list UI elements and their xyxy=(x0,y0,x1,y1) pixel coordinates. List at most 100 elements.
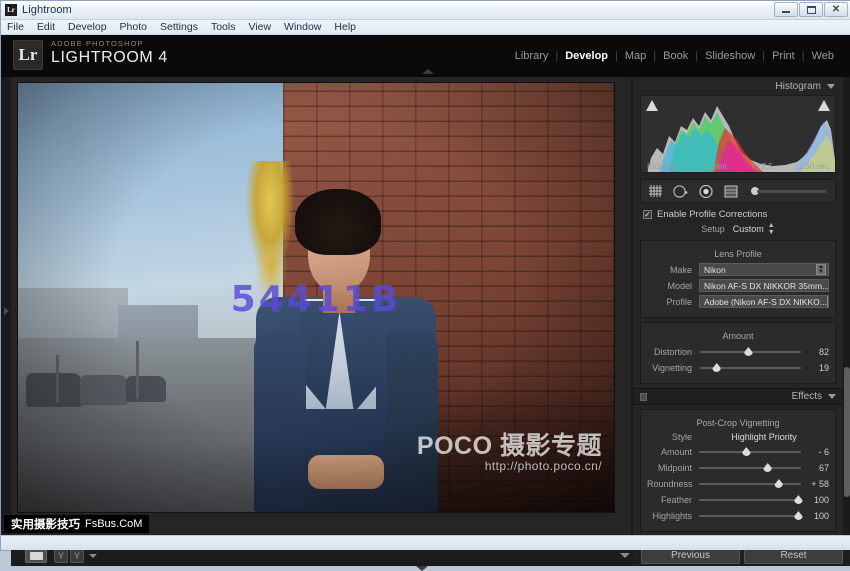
module-book[interactable]: Book xyxy=(656,50,695,62)
postcrop-title: Post-Crop Vignetting xyxy=(696,418,780,428)
photo-subject-arm-right xyxy=(386,331,438,511)
os-taskbar xyxy=(1,535,850,550)
model-select[interactable]: Nikon AF-S DX NIKKOR 35mm... ▲▼ xyxy=(699,279,829,292)
chevron-down-icon[interactable] xyxy=(828,394,836,399)
profile-select[interactable]: Adobe (Nikon AF-S DX NIKKO... ▲▼ xyxy=(699,295,829,308)
menu-item-window[interactable]: Window xyxy=(284,21,321,33)
menu-item-develop[interactable]: Develop xyxy=(68,21,107,33)
effects-section-header[interactable]: Effects xyxy=(633,388,843,405)
pcv-highlights-value[interactable]: 100 xyxy=(801,511,829,521)
checkbox-icon[interactable]: ✓ xyxy=(643,210,652,219)
effects-toggle-icon[interactable] xyxy=(640,392,647,401)
photo-preview[interactable]: 54411B POCO 摄影专题 http://photo.poco.cn/ xyxy=(18,83,614,512)
left-panel-toggle[interactable] xyxy=(1,77,11,544)
slider-knob[interactable] xyxy=(763,463,773,472)
minimize-button[interactable] xyxy=(774,2,798,17)
exif-iso: ISO 640 xyxy=(647,162,677,171)
red-eye-icon[interactable] xyxy=(699,184,713,198)
pcv-feather-slider[interactable] xyxy=(699,494,803,506)
pcv-roundness-slider[interactable] xyxy=(699,478,801,490)
pcv-midpoint-slider[interactable] xyxy=(699,462,801,474)
pcv-midpoint-row[interactable]: Midpoint 67 xyxy=(647,461,829,474)
module-library[interactable]: Library xyxy=(508,50,556,62)
pcv-roundness-row[interactable]: Roundness + 58 xyxy=(647,477,829,490)
window-titlebar: Lr Lightroom ✕ xyxy=(1,1,850,20)
module-print[interactable]: Print xyxy=(765,50,802,62)
style-value[interactable]: Highlight Priority xyxy=(699,432,829,442)
pcv-midpoint-value[interactable]: 67 xyxy=(801,463,829,473)
chevron-updown-icon: ▲▼ xyxy=(816,264,826,275)
menu-item-tools[interactable]: Tools xyxy=(211,21,236,33)
postcrop-vignetting-group: Post-Crop Vignetting Style Highlight Pri… xyxy=(640,409,836,532)
profile-label: Profile xyxy=(666,296,692,307)
lens-profile-title: Lens Profile xyxy=(714,249,762,259)
pcv-highlights-slider[interactable] xyxy=(699,510,803,522)
make-select[interactable]: Nikon ▲ ▼ xyxy=(699,263,829,276)
module-map[interactable]: Map xyxy=(618,50,653,62)
menu-item-file[interactable]: File xyxy=(7,21,24,33)
histogram-widget[interactable]: ISO 640 35 mm f / 2.5 1/50 sec xyxy=(640,95,836,173)
menu-item-view[interactable]: View xyxy=(248,21,271,33)
vignetting-label: Vignetting xyxy=(652,362,692,373)
module-slideshow[interactable]: Slideshow xyxy=(698,50,762,62)
pcv-amount-row[interactable]: Amount - 6 xyxy=(647,445,829,458)
updown-arrows-icon[interactable]: ▲ ▼ xyxy=(768,222,775,236)
menu-item-edit[interactable]: Edit xyxy=(37,21,55,33)
effects-panel: Post-Crop Vignetting Style Highlight Pri… xyxy=(633,409,843,544)
pcv-amount-slider[interactable] xyxy=(699,446,801,458)
minimize-icon xyxy=(782,11,790,13)
window-buttons: ✕ xyxy=(774,2,848,17)
vignetting-value[interactable]: 19 xyxy=(801,363,829,373)
slider-knob[interactable] xyxy=(741,447,751,456)
setup-row[interactable]: Setup Custom ▲ ▼ xyxy=(640,222,836,236)
style-label: Style xyxy=(671,432,692,442)
photo-car xyxy=(26,373,82,407)
adjustment-brush-icon[interactable] xyxy=(751,187,827,195)
style-row[interactable]: Style Highlight Priority xyxy=(647,432,829,442)
toolbar-dropdown-icon[interactable] xyxy=(89,553,97,558)
graduated-filter-icon[interactable] xyxy=(724,185,738,198)
slider-knob[interactable] xyxy=(774,479,784,488)
menu-item-help[interactable]: Help xyxy=(334,21,356,33)
photo-car xyxy=(126,376,166,402)
menu-item-photo[interactable]: Photo xyxy=(120,21,147,33)
vignetting-slider[interactable] xyxy=(699,362,801,374)
pcv-highlights-row[interactable]: Highlights 100 xyxy=(647,509,829,522)
profile-row[interactable]: Profile Adobe (Nikon AF-S DX NIKKO... ▲▼ xyxy=(647,295,829,308)
pcv-roundness-value[interactable]: + 58 xyxy=(801,479,829,489)
chevron-down-icon[interactable] xyxy=(827,83,835,89)
spot-removal-icon[interactable] xyxy=(673,184,688,198)
distortion-row[interactable]: Distortion 82 xyxy=(647,345,829,358)
make-label: Make xyxy=(669,264,692,275)
maximize-button[interactable] xyxy=(799,2,823,17)
lightroom-app: Lr ADOBE PHOTOSHOP LIGHTROOM 4 Library |… xyxy=(1,35,850,571)
scrollbar-thumb[interactable] xyxy=(844,367,850,497)
slider-knob[interactable] xyxy=(712,363,722,372)
enable-profile-corrections-row[interactable]: ✓ Enable Profile Corrections xyxy=(643,209,836,220)
setup-value[interactable]: Custom xyxy=(733,224,764,234)
model-row[interactable]: Model Nikon AF-S DX NIKKOR 35mm... ▲▼ xyxy=(647,279,829,292)
top-panel-toggle-icon[interactable] xyxy=(422,69,434,74)
amount-title: Amount xyxy=(722,331,754,341)
distortion-value[interactable]: 82 xyxy=(801,347,829,357)
module-web[interactable]: Web xyxy=(805,50,841,62)
pcv-feather-row[interactable]: Feather 100 xyxy=(647,493,829,506)
filmstrip-toggle-icon[interactable] xyxy=(416,566,428,571)
make-row[interactable]: Make Nikon ▲ ▼ xyxy=(647,263,829,276)
menu-item-settings[interactable]: Settings xyxy=(160,21,198,33)
slider-knob[interactable] xyxy=(743,347,753,356)
module-develop[interactable]: Develop xyxy=(558,50,615,62)
close-button[interactable]: ✕ xyxy=(824,2,848,17)
tooltip-text-cn: 实用摄影技巧 xyxy=(11,517,80,531)
photo-pole xyxy=(136,341,139,399)
pcv-amount-value[interactable]: - 6 xyxy=(801,447,829,457)
app-branding: Lr ADOBE PHOTOSHOP LIGHTROOM 4 xyxy=(13,39,168,70)
pcv-feather-value[interactable]: 100 xyxy=(801,495,829,505)
vignetting-row[interactable]: Vignetting 19 xyxy=(647,361,829,374)
exif-aperture: f / 2.5 xyxy=(752,162,773,171)
right-panel-scrollbar[interactable] xyxy=(843,77,850,544)
distortion-slider[interactable] xyxy=(699,346,801,358)
crop-overlay-icon[interactable] xyxy=(649,185,662,197)
histogram-header[interactable]: Histogram xyxy=(633,77,843,95)
close-icon: ✕ xyxy=(831,3,841,15)
